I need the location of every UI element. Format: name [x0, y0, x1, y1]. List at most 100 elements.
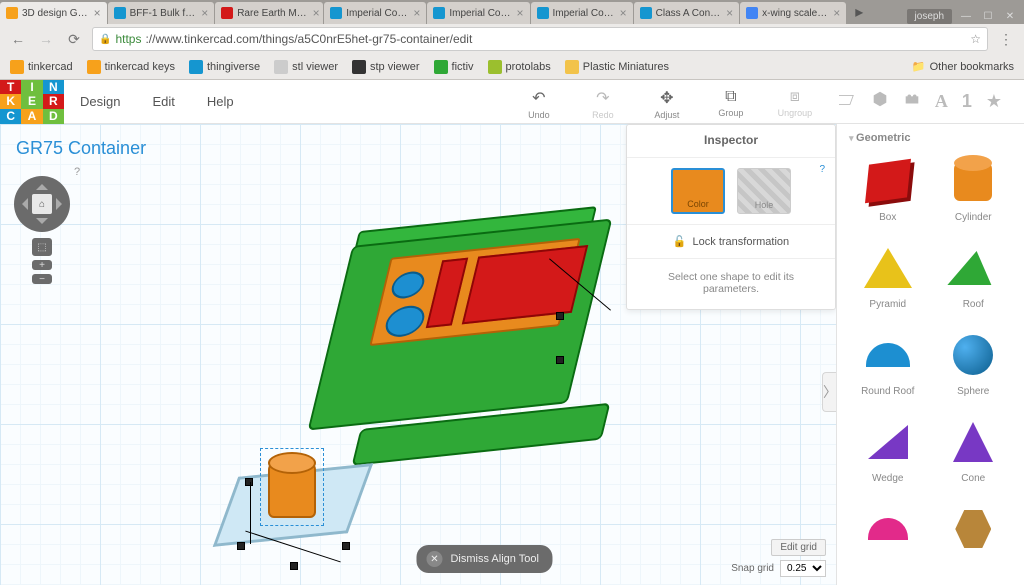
browser-tab[interactable]: BFF-1 Bulk f…×: [108, 2, 215, 24]
logo-cell: N: [43, 80, 64, 95]
brick-icon[interactable]: [903, 90, 921, 113]
browser-tab[interactable]: 3D design G…×: [0, 2, 107, 24]
browser-tab[interactable]: Imperial Co…×: [427, 2, 529, 24]
model-gr75-container[interactable]: [300, 187, 630, 482]
bookmark-item[interactable]: Plastic Miniatures: [565, 60, 669, 74]
bookmark-favicon: [87, 60, 101, 74]
tinkercad-logo[interactable]: TINKERCAD: [0, 80, 64, 124]
bookmark-item[interactable]: protolabs: [488, 60, 551, 74]
document-title[interactable]: GR75 Container: [16, 138, 146, 159]
tool-label: Group: [718, 108, 743, 118]
dimension-handle[interactable]: [556, 312, 564, 320]
reload-button[interactable]: ⟳: [64, 29, 84, 49]
bookmark-item[interactable]: stl viewer: [274, 60, 338, 74]
tool-label: Adjust: [654, 110, 679, 120]
shapelib-section-header[interactable]: Geometric: [837, 124, 1024, 148]
maximize-button[interactable]: ☐: [980, 10, 996, 24]
collapse-shapelibrary-button[interactable]: 〉: [822, 372, 836, 412]
tab-label: Imperial Co…: [346, 8, 407, 19]
snap-grid-select[interactable]: 0.25: [780, 560, 826, 577]
resize-handle[interactable]: [342, 542, 350, 550]
edit-grid-button[interactable]: Edit grid: [771, 539, 826, 556]
shape-cylinder[interactable]: Cylinder: [931, 148, 1017, 229]
resize-handle[interactable]: [245, 478, 253, 486]
shape-cone[interactable]: Cone: [931, 409, 1017, 490]
other-bookmarks-label: Other bookmarks: [930, 61, 1014, 73]
zoom-out-button[interactable]: −: [32, 274, 52, 284]
shape-sh-poly[interactable]: [931, 496, 1017, 566]
bookmark-item[interactable]: stp viewer: [352, 60, 420, 74]
forward-button[interactable]: →: [36, 29, 56, 49]
shape-pyramid[interactable]: Pyramid: [845, 235, 931, 316]
bookmark-item[interactable]: thingiverse: [189, 60, 260, 74]
chrome-menu-button[interactable]: ⋮: [996, 29, 1016, 49]
resize-handle[interactable]: [237, 542, 245, 550]
window-controls: joseph — ☐ ✕: [901, 9, 1024, 24]
shape-label: Roof: [963, 299, 984, 310]
color-swatch-button[interactable]: Color: [671, 168, 725, 214]
bookmark-item[interactable]: tinkercad keys: [87, 60, 175, 74]
menu-design[interactable]: Design: [64, 80, 136, 124]
grid-controls: Edit grid Snap grid 0.25: [731, 539, 826, 577]
undo-button[interactable]: ↶Undo: [519, 88, 559, 120]
logo-cell: C: [0, 109, 21, 124]
lock-transformation-row[interactable]: 🔓Lock transformation: [627, 225, 835, 259]
dismiss-align-tool-button[interactable]: ✕ Dismiss Align Tool: [416, 545, 552, 573]
hole-swatch-button[interactable]: Hole: [737, 168, 791, 214]
text-A-icon[interactable]: A: [935, 91, 948, 112]
bookmarks-bar: tinkercad tinkercad keys thingiverse stl vi…: [0, 54, 1024, 80]
close-tab-icon[interactable]: ×: [620, 6, 627, 20]
number-1-icon[interactable]: 1: [962, 91, 972, 112]
close-tab-icon[interactable]: ×: [833, 6, 840, 20]
shape-sphere[interactable]: Sphere: [931, 322, 1017, 403]
shape-round-roof[interactable]: Round Roof: [845, 322, 931, 403]
browser-tab[interactable]: Class A Con…×: [634, 2, 740, 24]
new-tab-button[interactable]: ▸: [847, 2, 871, 22]
other-bookmarks-folder[interactable]: 📁 Other bookmarks: [912, 60, 1014, 73]
zoom-in-button[interactable]: +: [32, 260, 52, 270]
shape-box[interactable]: Box: [845, 148, 931, 229]
shape-thumb-icon: [953, 335, 993, 375]
shape-grid: BoxCylinderPyramid Roof Round RoofSphereWe…: [837, 148, 1024, 566]
home-view-icon[interactable]: ⌂: [32, 194, 52, 214]
browser-tab[interactable]: Imperial Co… ×: [324, 2, 426, 24]
adjust-button[interactable]: ✥Adjust: [647, 88, 687, 120]
help-hint-icon[interactable]: ?: [74, 166, 80, 178]
bookmark-item[interactable]: fictiv: [434, 60, 474, 74]
profile-name[interactable]: joseph: [907, 9, 952, 24]
menu-edit[interactable]: Edit: [136, 80, 190, 124]
workplane-icon[interactable]: [839, 90, 857, 113]
address-bar[interactable]: 🔒 https://www.tinkercad.com/things/a5C0n…: [92, 27, 988, 51]
close-tab-icon[interactable]: ×: [726, 6, 733, 20]
close-tab-icon[interactable]: ×: [413, 6, 420, 20]
close-tab-icon[interactable]: ×: [94, 6, 101, 20]
fit-view-button[interactable]: ⬚: [32, 238, 52, 256]
view-cube[interactable]: ⌂: [14, 176, 70, 232]
back-button[interactable]: ←: [8, 29, 28, 49]
browser-tab[interactable]: Imperial Co…×: [531, 2, 633, 24]
shape-roof[interactable]: Roof: [931, 235, 1017, 316]
logo-cell: I: [21, 80, 42, 95]
browser-tab[interactable]: Rare Earth M…×: [215, 2, 323, 24]
view-mini-controls: ⬚ + −: [32, 238, 52, 284]
browser-tab[interactable]: x-wing scale… ×: [740, 2, 846, 24]
menu-help[interactable]: Help: [191, 80, 250, 124]
logo-cell: R: [43, 94, 64, 109]
shape-sh-half[interactable]: [845, 496, 931, 566]
star-icon[interactable]: ★: [986, 91, 1002, 112]
close-tab-icon[interactable]: ×: [201, 6, 208, 20]
dimension-handle[interactable]: [556, 356, 564, 364]
bookmark-star-icon[interactable]: ☆: [970, 32, 981, 46]
group-button[interactable]: ⧉Group: [711, 88, 751, 118]
bookmark-item[interactable]: tinkercad: [10, 60, 73, 74]
close-tab-icon[interactable]: ×: [313, 6, 320, 20]
shape-wedge[interactable]: Wedge: [845, 409, 931, 490]
cube-icon[interactable]: [871, 90, 889, 113]
inspector-help-icon[interactable]: ?: [819, 164, 825, 175]
close-tab-icon[interactable]: ×: [517, 6, 524, 20]
tab-label: x-wing scale…: [762, 8, 827, 19]
minimize-button[interactable]: —: [958, 10, 974, 24]
resize-handle[interactable]: [290, 562, 298, 570]
logo-cell: K: [0, 94, 21, 109]
close-window-button[interactable]: ✕: [1002, 10, 1018, 24]
